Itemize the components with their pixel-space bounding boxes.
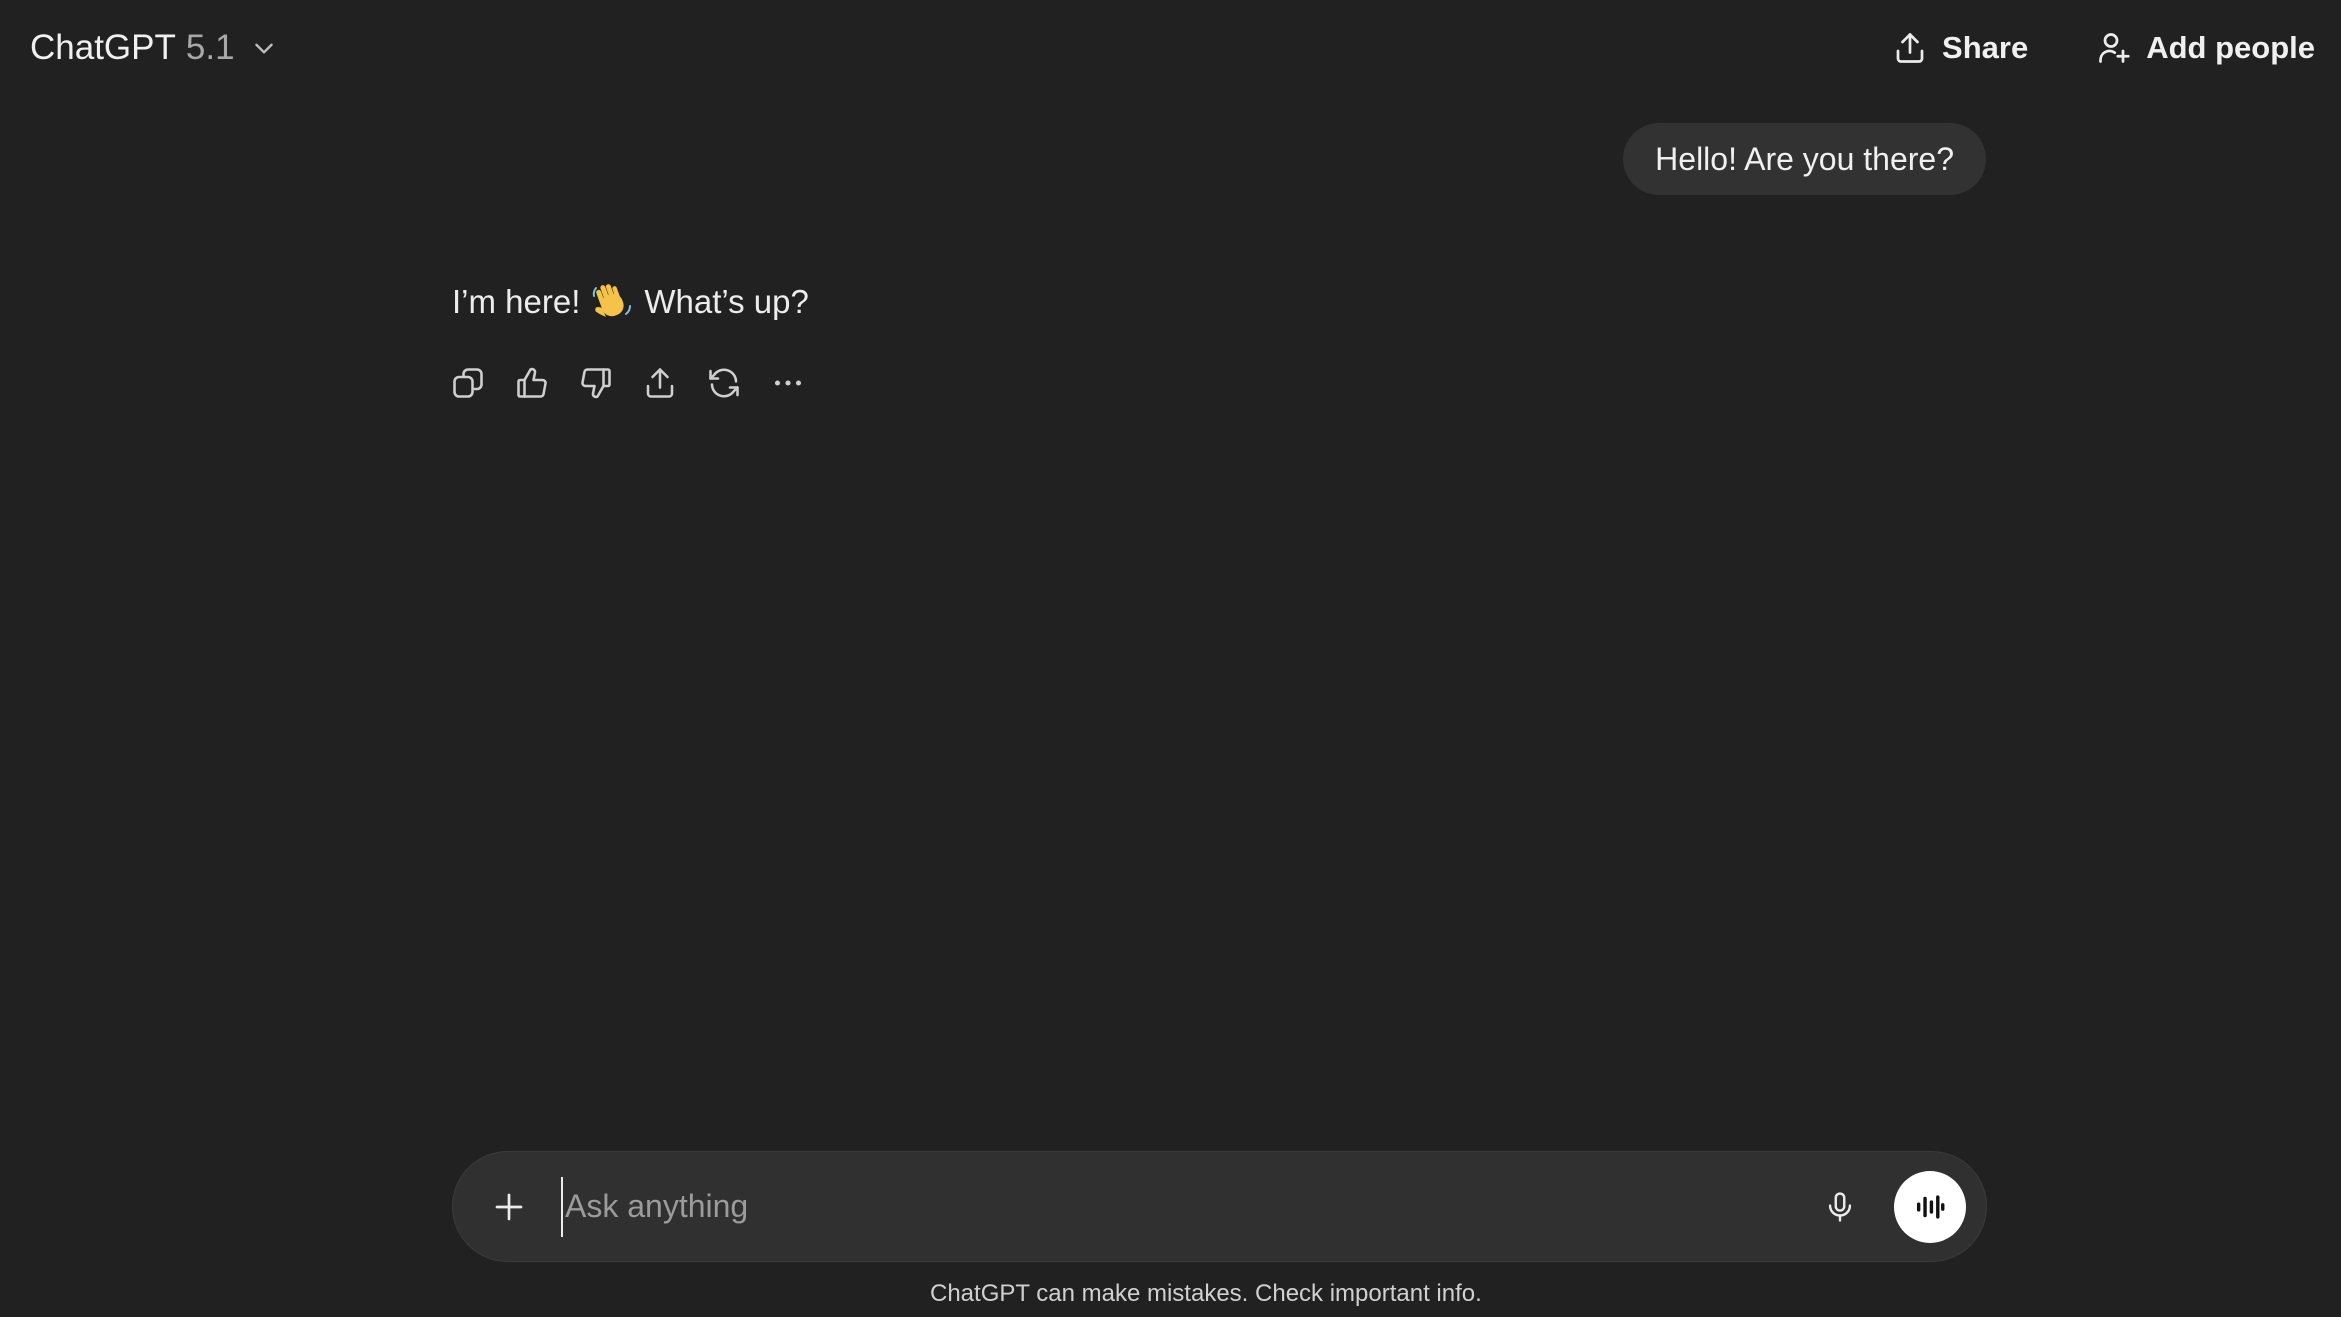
waving-hand-icon xyxy=(590,280,634,324)
model-name: ChatGPT xyxy=(30,28,176,67)
model-version: 5.1 xyxy=(185,28,235,67)
assistant-text-end: What’s up? xyxy=(644,283,809,320)
share-icon xyxy=(646,368,674,398)
chat-app: ChatGPT 5.1 Share Add people Hello! Are … xyxy=(0,0,2341,1317)
thumbs-up-icon xyxy=(517,367,547,398)
microphone-icon xyxy=(1828,1191,1852,1222)
header-actions: Share Add people xyxy=(1892,30,2315,66)
assistant-message: I’m here! What’s up? xyxy=(452,280,809,324)
thumbs-down-icon xyxy=(581,368,611,399)
regenerate-icon xyxy=(709,368,739,398)
add-people-label: Add people xyxy=(2146,30,2315,65)
user-message: Hello! Are you there? xyxy=(1623,123,1986,195)
bad-response-button[interactable] xyxy=(578,361,614,405)
model-switcher[interactable]: ChatGPT 5.1 xyxy=(30,28,277,68)
disclaimer: ChatGPT can make mistakes. Check importa… xyxy=(930,1280,1482,1307)
share-button[interactable]: Share xyxy=(1892,30,2028,66)
add-people-button[interactable]: Add people xyxy=(2096,30,2315,66)
voice-mode-button[interactable] xyxy=(1894,1170,1966,1243)
copy-button[interactable] xyxy=(450,361,486,405)
regenerate-button[interactable] xyxy=(706,361,742,405)
chevron-down-icon xyxy=(254,43,273,54)
dictate-button[interactable] xyxy=(1818,1185,1862,1229)
user-message-text: Hello! Are you there? xyxy=(1655,140,1954,177)
add-person-icon xyxy=(2099,33,2130,63)
share-message-button[interactable] xyxy=(642,361,678,405)
good-response-button[interactable] xyxy=(514,361,550,405)
composer xyxy=(452,1151,1987,1262)
message-actions xyxy=(450,361,806,405)
more-actions-button[interactable] xyxy=(770,361,806,405)
share-icon xyxy=(1896,33,1924,63)
prompt-input[interactable] xyxy=(561,1176,1818,1237)
share-label: Share xyxy=(1942,30,2029,65)
add-attachment-button[interactable] xyxy=(487,1185,531,1229)
voice-waveform-icon xyxy=(1916,1194,1945,1219)
more-icon xyxy=(774,380,802,386)
plus-icon xyxy=(495,1193,523,1220)
copy-icon xyxy=(453,368,483,398)
assistant-text-start: I’m here! xyxy=(452,283,581,320)
top-bar: ChatGPT 5.1 Share Add people xyxy=(0,0,2341,96)
